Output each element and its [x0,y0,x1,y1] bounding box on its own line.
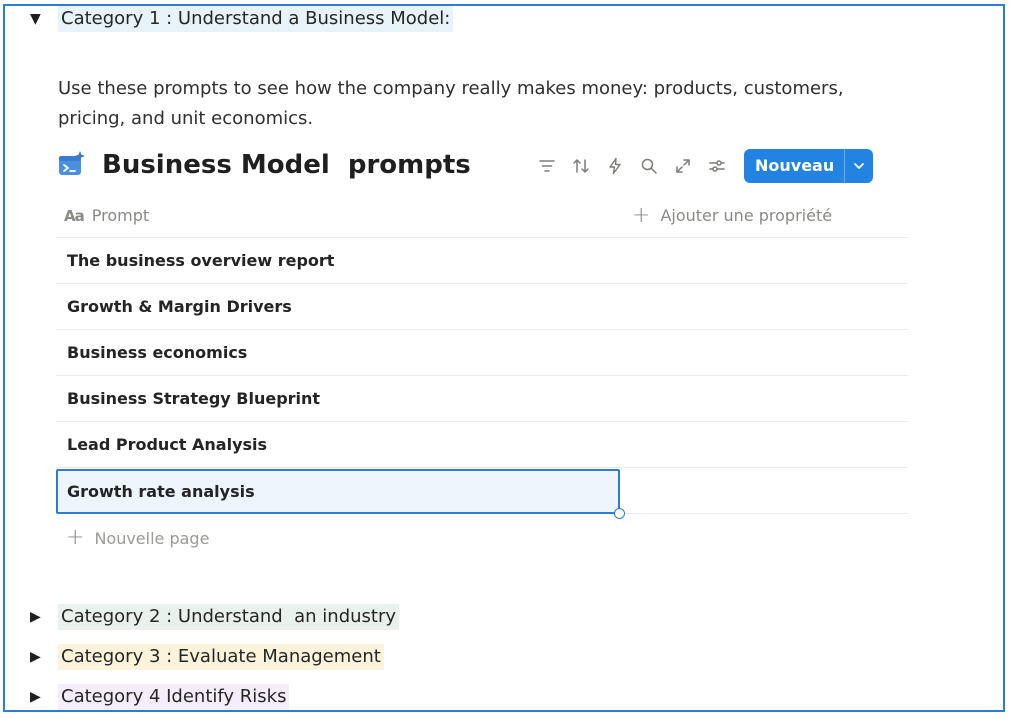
table-row-selected[interactable]: Growth rate analysis [56,468,908,519]
new-page-label: Nouvelle page [94,528,210,548]
database-table: Aa Prompt + Ajouter une propriété The bu… [56,196,908,562]
plus-icon: + [66,525,85,550]
table-row[interactable]: Growth & Margin Drivers [56,284,908,330]
filter-icon[interactable] [530,151,564,181]
new-page-button[interactable]: + Nouvelle page [56,514,908,562]
category-4-title: Category 4 Identify Risks [58,684,290,710]
expand-icon[interactable] [666,151,700,181]
table-header: Aa Prompt + Ajouter une propriété [56,196,908,238]
category-3-title: Category 3 : Evaluate Management [58,644,384,670]
category-1-title: Category 1 : Understand a Business Model… [58,6,454,32]
chevron-down-icon[interactable] [844,149,873,183]
sort-icon[interactable] [564,151,598,181]
category-1-toggle[interactable]: ▼ Category 1 : Understand a Business Mod… [30,5,454,33]
text-property-icon: Aa [64,206,85,225]
database-title: Business Model prompts [102,150,471,180]
search-icon[interactable] [632,151,666,181]
category-2-title: Category 2 : Understand an industry [58,604,400,630]
toggle-collapsed-icon[interactable]: ▶ [30,683,58,711]
prompt-cell[interactable]: Business Strategy Blueprint [56,376,620,421]
toggle-collapsed-icon[interactable]: ▶ [30,603,58,631]
prompt-cell[interactable]: Growth & Margin Drivers [56,284,620,329]
category-3-toggle[interactable]: ▶ Category 3 : Evaluate Management [30,643,384,671]
table-row[interactable]: The business overview report [56,238,908,284]
add-property-label: Ajouter une propriété [660,206,833,225]
category-4-toggle[interactable]: ▶ Category 4 Identify Risks [30,683,290,711]
table-row[interactable]: Business Strategy Blueprint [56,376,908,422]
prompt-cell-selected[interactable]: Growth rate analysis [56,469,620,514]
table-row[interactable]: Business economics [56,330,908,376]
category-2-toggle[interactable]: ▶ Category 2 : Understand an industry [30,603,400,631]
add-property-button[interactable]: + Ajouter une propriété [632,202,833,228]
new-button[interactable]: Nouveau [744,149,874,183]
prompt-cell[interactable]: The business overview report [56,238,620,283]
terminal-sparkle-icon [58,150,86,178]
new-button-label[interactable]: Nouveau [744,149,844,183]
database-toolbar: Nouveau [530,149,874,183]
table-row[interactable]: Lead Product Analysis [56,422,908,468]
prompt-cell[interactable]: Lead Product Analysis [56,422,620,467]
toggle-expanded-icon[interactable]: ▼ [30,5,58,33]
toggle-collapsed-icon[interactable]: ▶ [30,643,58,671]
category-1-intro: Use these prompts to see how the company… [58,78,844,129]
selection-resize-handle[interactable] [614,508,625,519]
automation-bolt-icon[interactable] [598,151,632,181]
settings-sliders-icon[interactable] [700,151,734,181]
database-header: Business Model prompts Nouveau [58,146,908,186]
column-header-prompt[interactable]: Aa Prompt [64,206,149,225]
plus-icon: + [632,202,651,228]
column-header-prompt-label: Prompt [91,206,150,225]
prompt-cell[interactable]: Business economics [56,330,620,375]
